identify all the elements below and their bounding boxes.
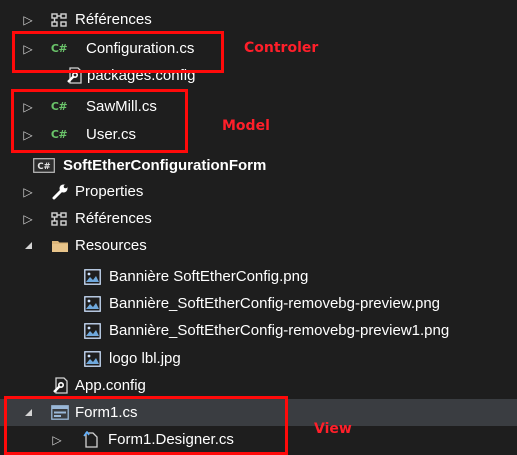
view-annotation: View bbox=[314, 421, 352, 437]
tree-item-banniere-removebg-preview-png[interactable]: Bannière_SoftEtherConfig-removebg-previe… bbox=[0, 290, 517, 317]
view-highlight-box bbox=[4, 396, 288, 455]
tree-item-label: App.config bbox=[75, 377, 146, 394]
svg-text:C#: C# bbox=[37, 162, 50, 172]
tree-item-properties[interactable]: ▷ Properties bbox=[0, 178, 517, 205]
config-file-icon bbox=[52, 377, 70, 394]
expand-arrow-icon[interactable]: ▷ bbox=[21, 178, 35, 205]
tree-item-project-softetherconfigurationform[interactable]: C# SoftEtherConfigurationForm bbox=[0, 152, 517, 179]
tree-item-label: Bannière_SoftEtherConfig-removebg-previe… bbox=[109, 295, 441, 312]
controler-annotation: Controler bbox=[244, 40, 319, 56]
tree-item-resources[interactable]: Resources bbox=[0, 232, 517, 259]
tree-item-label: Properties bbox=[75, 183, 144, 200]
expand-arrow-icon[interactable]: ▷ bbox=[21, 6, 35, 33]
tree-item-label: logo lbl.jpg bbox=[109, 350, 181, 367]
image-file-icon bbox=[83, 322, 101, 339]
tree-item-label: Bannière SoftEtherConfig.png bbox=[109, 268, 309, 285]
controler-highlight-box bbox=[12, 31, 224, 73]
references-icon bbox=[50, 210, 68, 227]
tree-item-banniere-softetherconfig-png[interactable]: Bannière SoftEtherConfig.png bbox=[0, 263, 517, 290]
tree-item-banniere-removebg-preview1-png[interactable]: Bannière_SoftEtherConfig-removebg-previe… bbox=[0, 317, 517, 344]
collapse-arrow-icon[interactable] bbox=[21, 232, 35, 259]
tree-item-app-config[interactable]: App.config bbox=[0, 372, 517, 399]
expand-arrow-icon[interactable]: ▷ bbox=[21, 205, 35, 232]
tree-item-label: Bannière_SoftEtherConfig-removebg-previe… bbox=[109, 322, 450, 339]
references-icon bbox=[50, 11, 68, 28]
tree-item-label: SoftEtherConfigurationForm bbox=[63, 157, 267, 174]
wrench-icon bbox=[51, 183, 69, 200]
model-highlight-box bbox=[11, 89, 188, 153]
solution-explorer-tree: ▷ Références ▷ C# Configuration.cs packa… bbox=[0, 0, 517, 455]
tree-item-label: Resources bbox=[75, 237, 147, 254]
image-file-icon bbox=[83, 268, 101, 285]
tree-item-label: Références bbox=[75, 210, 152, 227]
folder-icon bbox=[51, 237, 69, 254]
csharp-project-icon: C# bbox=[33, 158, 55, 173]
image-file-icon bbox=[83, 350, 101, 367]
tree-item-logo-lbl-jpg[interactable]: logo lbl.jpg bbox=[0, 345, 517, 372]
tree-item-label: Références bbox=[75, 11, 152, 28]
tree-item-references[interactable]: ▷ Références bbox=[0, 205, 517, 232]
image-file-icon bbox=[83, 295, 101, 312]
model-annotation: Model bbox=[222, 118, 270, 134]
tree-item-references[interactable]: ▷ Références bbox=[0, 6, 517, 33]
